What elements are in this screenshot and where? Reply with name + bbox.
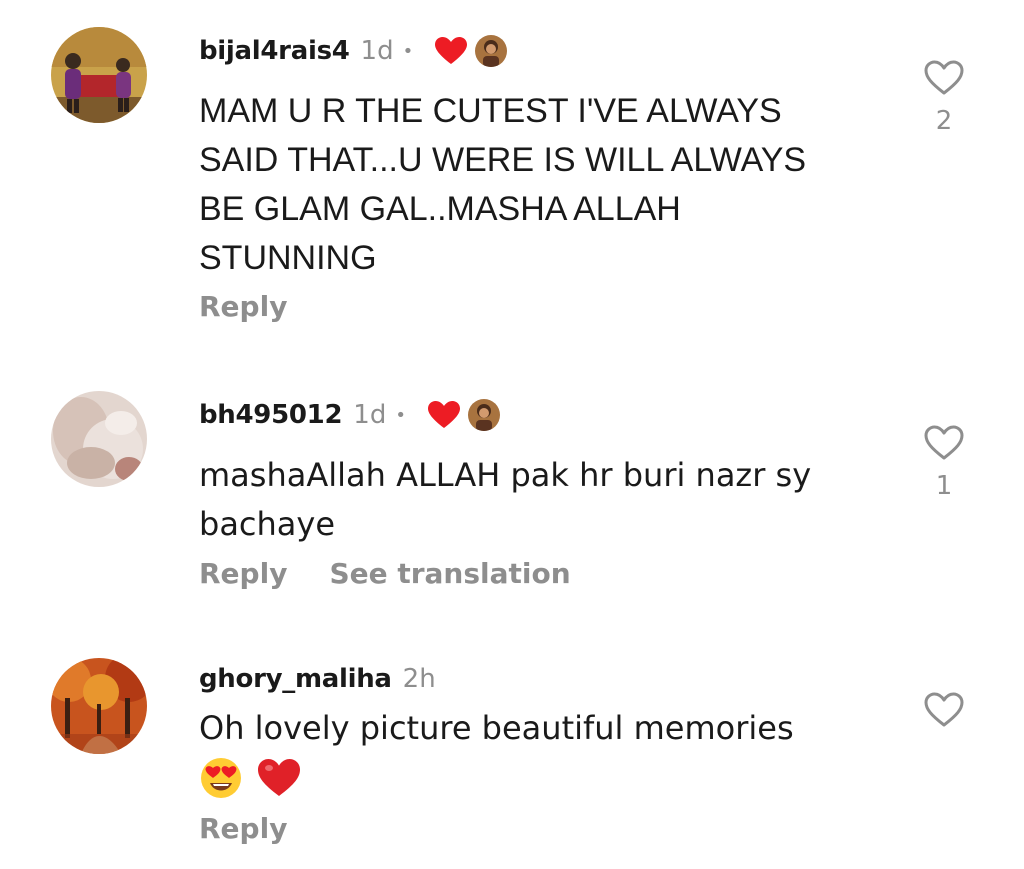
comment-item: bijal4rais4 1d • MAM U R THE CUTEST I'VE… [0,0,1024,340]
author-avatar-icon [467,399,500,431]
like-count: 1 [935,471,953,501]
like-button[interactable]: 1 [920,425,968,501]
comment-item: ghory_maliha 2h Oh lovely picture beauti… [0,640,1024,869]
red-heart-emoji [257,758,301,798]
comment-text: MAM U R THE CUTEST I'VE ALWAYS SAID THAT… [199,92,807,277]
separator-dot: • [402,40,414,62]
reply-button[interactable]: Reply [199,290,287,323]
username[interactable]: bijal4rais4 [199,36,350,66]
like-button[interactable] [920,692,968,728]
author-liked-heart-icon [427,401,460,429]
like-button[interactable]: 2 [920,60,968,136]
comment-item: bh495012 1d • mashaAllah ALLAH pak hr bu… [0,370,1024,620]
author-avatar-icon [475,35,508,67]
timestamp: 2h [402,664,436,694]
like-count: 2 [935,106,953,136]
see-translation-button[interactable]: See translation [329,557,570,590]
username[interactable]: ghory_maliha [199,664,392,694]
reply-button[interactable]: Reply [199,812,287,845]
reply-button[interactable]: Reply [199,557,287,590]
heart-outline-icon [924,60,964,95]
avatar[interactable] [51,391,147,487]
heart-outline-icon [924,692,964,727]
avatar[interactable] [51,658,147,754]
avatar[interactable] [51,27,147,123]
comment-header: ghory_maliha 2h [199,659,436,699]
timestamp: 1d [360,36,394,66]
comment-header: bijal4rais4 1d • [199,31,508,71]
username[interactable]: bh495012 [199,400,343,430]
comment-header: bh495012 1d • [199,395,500,435]
separator-dot: • [395,404,406,426]
comment-text: mashaAllah ALLAH pak hr buri nazr sy bac… [199,456,812,543]
comment-text: Oh lovely picture beautiful memories [199,709,794,747]
heart-outline-icon [924,425,964,460]
emoji-row [199,756,301,800]
timestamp: 1d [353,400,387,430]
heart-eyes-emoji [199,756,243,800]
author-liked-heart-icon [435,37,468,65]
